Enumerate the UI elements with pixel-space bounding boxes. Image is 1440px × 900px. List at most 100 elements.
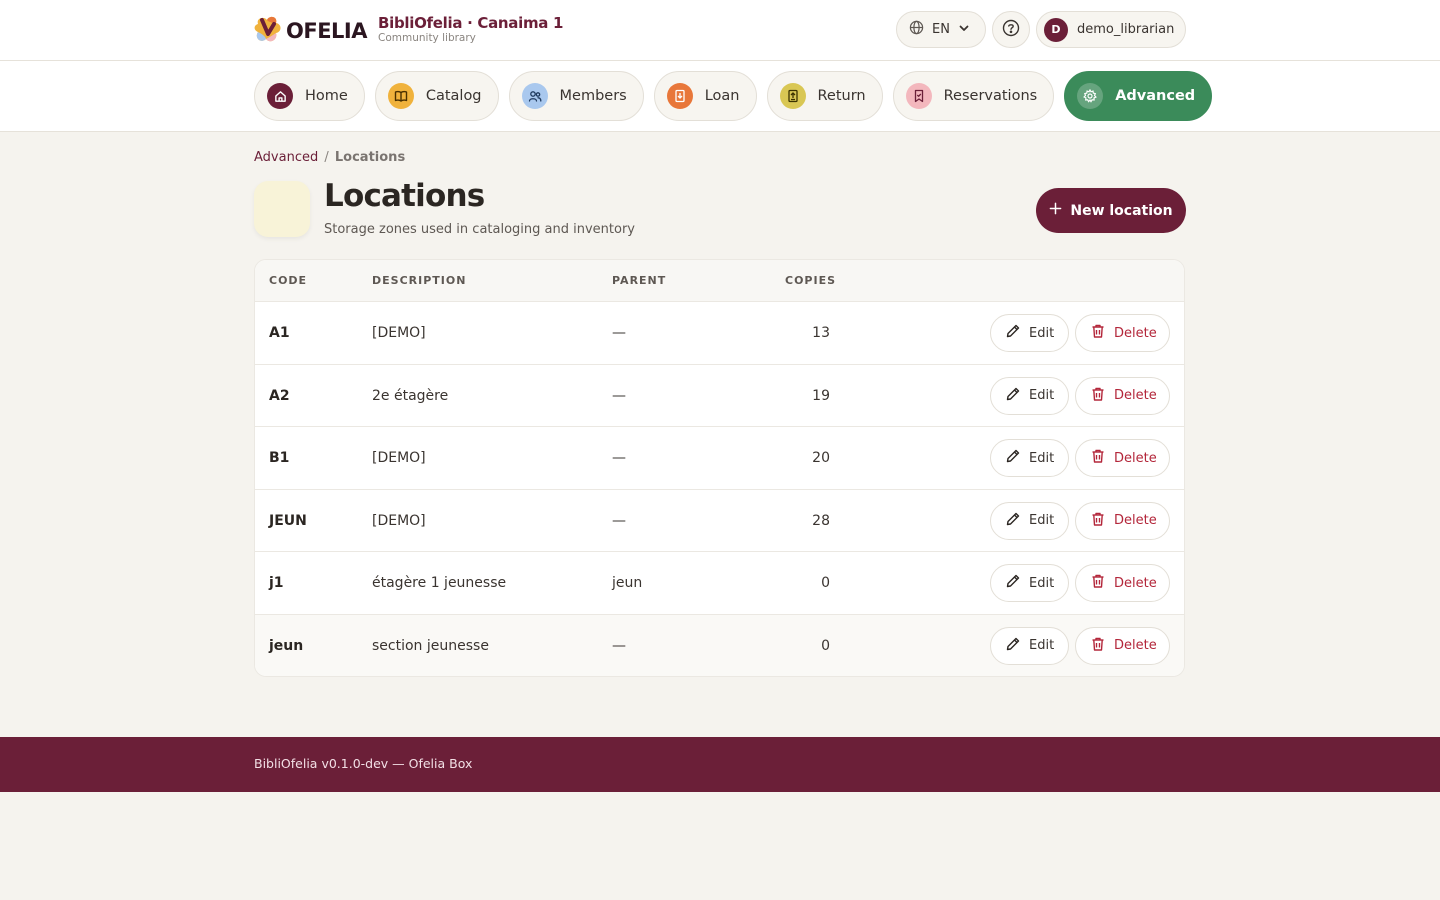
- chevron-down-icon: [958, 22, 970, 38]
- edit-label: Edit: [1029, 513, 1055, 528]
- home-icon: [267, 83, 293, 109]
- plus-icon: [1049, 202, 1062, 219]
- cell-code: JEUN: [269, 512, 307, 529]
- footer: BibliOfelia v0.1.0-dev — Ofelia Box: [0, 737, 1440, 792]
- cell-parent: jeun: [612, 575, 643, 591]
- cell-code: B1: [269, 450, 290, 466]
- cell-description: étagère 1 jeunesse: [372, 575, 507, 591]
- cell-copies: 28: [812, 512, 830, 529]
- nav-label-loan: Loan: [704, 88, 740, 104]
- users-icon: [521, 83, 548, 109]
- nav-item-loan[interactable]: Loan: [653, 71, 757, 121]
- row-actions: Edit Delete: [990, 439, 1170, 477]
- top-bar: OFELIA BibliOfelia · Canaima 1 Community…: [0, 0, 1440, 61]
- edit-label: Edit: [1029, 325, 1055, 341]
- nav-item-catalog[interactable]: Catalog: [374, 71, 499, 121]
- nav-label-reservations: Reservations: [943, 88, 1038, 104]
- nav-item-members[interactable]: Members: [508, 71, 644, 121]
- gear-icon: [1077, 83, 1104, 109]
- locations-table: CODE DESCRIPTION PARENT COPIES A1 [DEMO]…: [254, 259, 1185, 677]
- delete-button[interactable]: Delete: [1075, 439, 1170, 477]
- trash-icon: [1090, 386, 1106, 406]
- trash-icon: [1090, 448, 1106, 468]
- row-actions: Edit Delete: [990, 376, 1170, 415]
- trash-icon: [1090, 511, 1106, 531]
- avatar: D: [1044, 17, 1068, 42]
- edit-button[interactable]: Edit: [990, 376, 1069, 415]
- breadcrumb: Advanced / Locations: [254, 150, 405, 165]
- new-location-button[interactable]: New location: [1036, 188, 1186, 233]
- edit-label: Edit: [1029, 638, 1055, 653]
- column-header-copies: COPIES: [785, 274, 837, 287]
- user-menu[interactable]: D demo_librarian: [1036, 11, 1186, 48]
- delete-button[interactable]: Delete: [1075, 564, 1170, 602]
- nav-item-home[interactable]: Home: [254, 71, 365, 121]
- brand[interactable]: OFELIA BibliOfelia · Canaima 1 Community…: [254, 14, 563, 46]
- cell-code: A1: [269, 325, 290, 341]
- page-subtitle: Storage zones used in cataloging and inv…: [324, 222, 635, 237]
- delete-button[interactable]: Delete: [1075, 314, 1170, 352]
- globe-icon: [909, 20, 924, 39]
- language-label: EN: [932, 22, 950, 37]
- language-selector[interactable]: EN: [896, 11, 986, 48]
- pencil-icon: [1005, 636, 1021, 656]
- breadcrumb-parent[interactable]: Advanced: [254, 150, 318, 165]
- table-row: B1 [DEMO] — 20 Edit Delete: [255, 427, 1184, 490]
- cell-description: section jeunesse: [372, 637, 489, 654]
- username: demo_librarian: [1077, 22, 1175, 37]
- row-actions: Edit Delete: [990, 626, 1170, 665]
- nav-item-reservations[interactable]: Reservations: [892, 71, 1055, 121]
- cell-copies: 0: [821, 637, 830, 654]
- delete-button[interactable]: Delete: [1075, 501, 1170, 540]
- brand-text: BibliOfelia · Canaima 1 Community librar…: [378, 14, 563, 44]
- cell-copies: 0: [821, 575, 830, 591]
- delete-label: Delete: [1114, 513, 1157, 528]
- cell-description: [DEMO]: [372, 325, 426, 341]
- page-icon: [254, 181, 310, 237]
- table-header: CODE DESCRIPTION PARENT COPIES: [255, 260, 1184, 302]
- cell-description: [DEMO]: [372, 450, 426, 466]
- book-icon: [387, 83, 414, 109]
- help-button[interactable]: [992, 11, 1030, 48]
- main-nav: Home Catalog Members Loan Return Reserva…: [0, 61, 1440, 132]
- row-actions: Edit Delete: [990, 501, 1170, 540]
- row-actions: Edit Delete: [990, 564, 1170, 602]
- cell-parent: —: [612, 637, 626, 654]
- trash-icon: [1090, 636, 1106, 656]
- delete-label: Delete: [1114, 638, 1157, 653]
- delete-button[interactable]: Delete: [1075, 376, 1170, 415]
- footer-text: BibliOfelia v0.1.0-dev — Ofelia Box: [254, 756, 473, 771]
- nav-label-members: Members: [559, 88, 627, 104]
- cell-parent: —: [612, 450, 626, 466]
- edit-button[interactable]: Edit: [990, 501, 1069, 540]
- breadcrumb-current: Locations: [334, 150, 406, 165]
- trash-icon: [1090, 323, 1106, 343]
- table-row: A1 [DEMO] — 13 Edit Delete: [255, 302, 1184, 365]
- delete-button[interactable]: Delete: [1075, 626, 1170, 665]
- nav-item-return[interactable]: Return: [766, 71, 883, 121]
- column-header-code: CODE: [269, 274, 308, 287]
- edit-button[interactable]: Edit: [990, 564, 1069, 602]
- pencil-icon: [1005, 323, 1021, 343]
- return-icon: [779, 83, 806, 109]
- cell-parent: —: [612, 512, 626, 529]
- edit-button[interactable]: Edit: [990, 626, 1069, 665]
- cell-parent: —: [612, 325, 626, 341]
- nav-label-return: Return: [817, 88, 866, 104]
- help-icon: [1002, 19, 1020, 41]
- trash-icon: [1090, 573, 1106, 593]
- table-row: j1 étagère 1 jeunesse jeun 0 Edit Delete: [255, 552, 1184, 615]
- breadcrumb-separator: /: [324, 150, 329, 165]
- edit-button[interactable]: Edit: [990, 439, 1069, 477]
- delete-label: Delete: [1114, 388, 1157, 403]
- nav-item-advanced[interactable]: Advanced: [1064, 71, 1213, 121]
- delete-label: Delete: [1114, 325, 1157, 341]
- delete-label: Delete: [1114, 450, 1157, 466]
- nav-items: Home Catalog Members Loan Return Reserva…: [254, 71, 1213, 121]
- edit-button[interactable]: Edit: [990, 314, 1069, 352]
- pencil-icon: [1005, 448, 1021, 468]
- new-location-label: New location: [1070, 202, 1173, 219]
- table-row: jeun section jeunesse — 0 Edit Delete: [255, 614, 1184, 676]
- loan-icon: [666, 83, 693, 109]
- page-title: Locations: [324, 178, 485, 214]
